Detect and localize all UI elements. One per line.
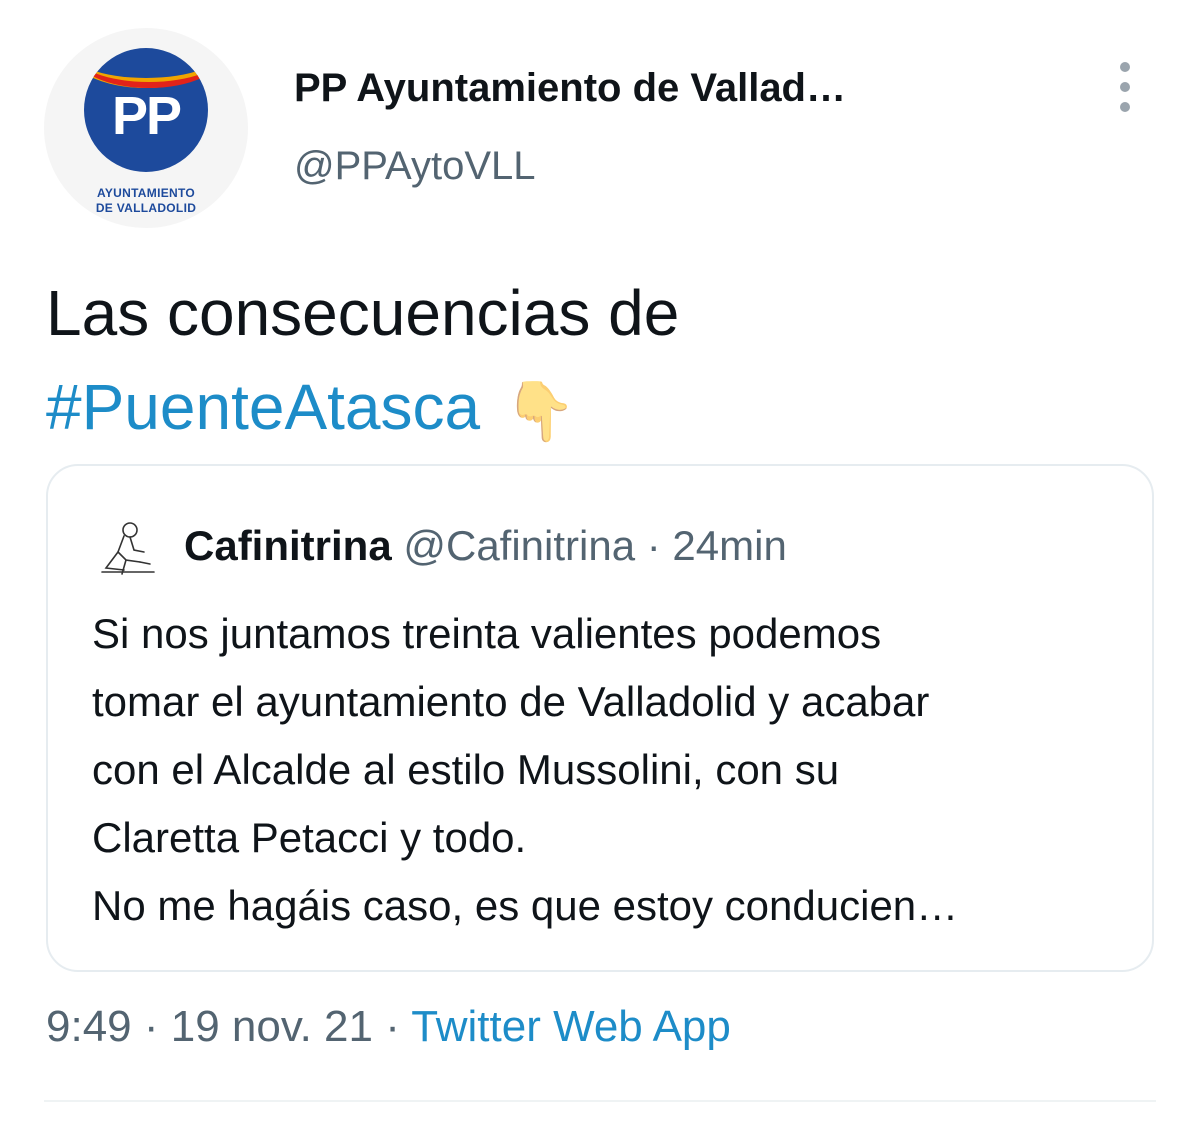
divider: [44, 1100, 1156, 1102]
pointing-down-icon: 👇: [504, 379, 577, 445]
pp-logo: PP: [84, 48, 208, 172]
author-display-name[interactable]: PP Ayuntamiento de Vallad…: [294, 66, 846, 111]
tweet-text: Las consecuencias de #PuenteAtasca 👇: [46, 266, 679, 459]
tweet-footer: 9:49 · 19 nov. 21 · Twitter Web App: [46, 1002, 731, 1052]
more-dot: [1120, 82, 1130, 92]
footer-separator: ·: [131, 1002, 171, 1051]
quoted-line: con el Alcalde al estilo Mussolini, con …: [92, 746, 840, 793]
more-dot: [1120, 102, 1130, 112]
quoted-author-handle[interactable]: @Cafinitrina: [403, 522, 635, 569]
quoted-time[interactable]: 24min: [672, 522, 786, 569]
author-avatar[interactable]: PP AYUNTAMIENTO DE VALLADOLID: [44, 28, 248, 228]
quoted-author-name[interactable]: Cafinitrina: [184, 522, 392, 569]
quoted-line: tomar el ayuntamiento de Valladolid y ac…: [92, 678, 930, 725]
quoted-line: No me hagáis caso, es que estoy conducie…: [92, 882, 959, 929]
tweet-text-line: Las consecuencias de: [46, 277, 680, 349]
tweet-source-link[interactable]: Twitter Web App: [411, 1002, 731, 1051]
author-handle[interactable]: @PPAytoVLL: [294, 144, 535, 189]
more-dot: [1120, 62, 1130, 72]
more-options-icon[interactable]: [1118, 62, 1132, 112]
avatar-caption-line1: AYUNTAMIENTO: [96, 186, 196, 200]
quoted-header: Cafinitrina @Cafinitrina · 24min: [184, 522, 787, 570]
pp-logo-arc-red: [84, 48, 208, 88]
avatar-caption: AYUNTAMIENTO DE VALLADOLID: [96, 186, 196, 216]
pp-logo-text: PP: [111, 86, 182, 146]
quoted-line: Claretta Petacci y todo.: [92, 814, 527, 861]
tweet-date[interactable]: 19 nov. 21: [171, 1002, 373, 1051]
avatar-caption-line2: DE VALLADOLID: [95, 201, 197, 215]
quoted-author-avatar[interactable]: [96, 516, 160, 580]
footer-separator: ·: [372, 1002, 412, 1051]
quoted-tweet-card[interactable]: Cafinitrina @Cafinitrina · 24min Si nos …: [46, 464, 1154, 972]
hashtag-link[interactable]: #PuenteAtasca: [46, 371, 480, 443]
quoted-separator: ·: [635, 522, 673, 569]
quoted-tweet-body: Si nos juntamos treinta valientes podemo…: [92, 600, 1142, 940]
quoted-line: Si nos juntamos treinta valientes podemo…: [92, 610, 882, 657]
tweet-time[interactable]: 9:49: [46, 1002, 132, 1051]
tweet-hashtag-line: #PuenteAtasca 👇: [46, 360, 679, 459]
